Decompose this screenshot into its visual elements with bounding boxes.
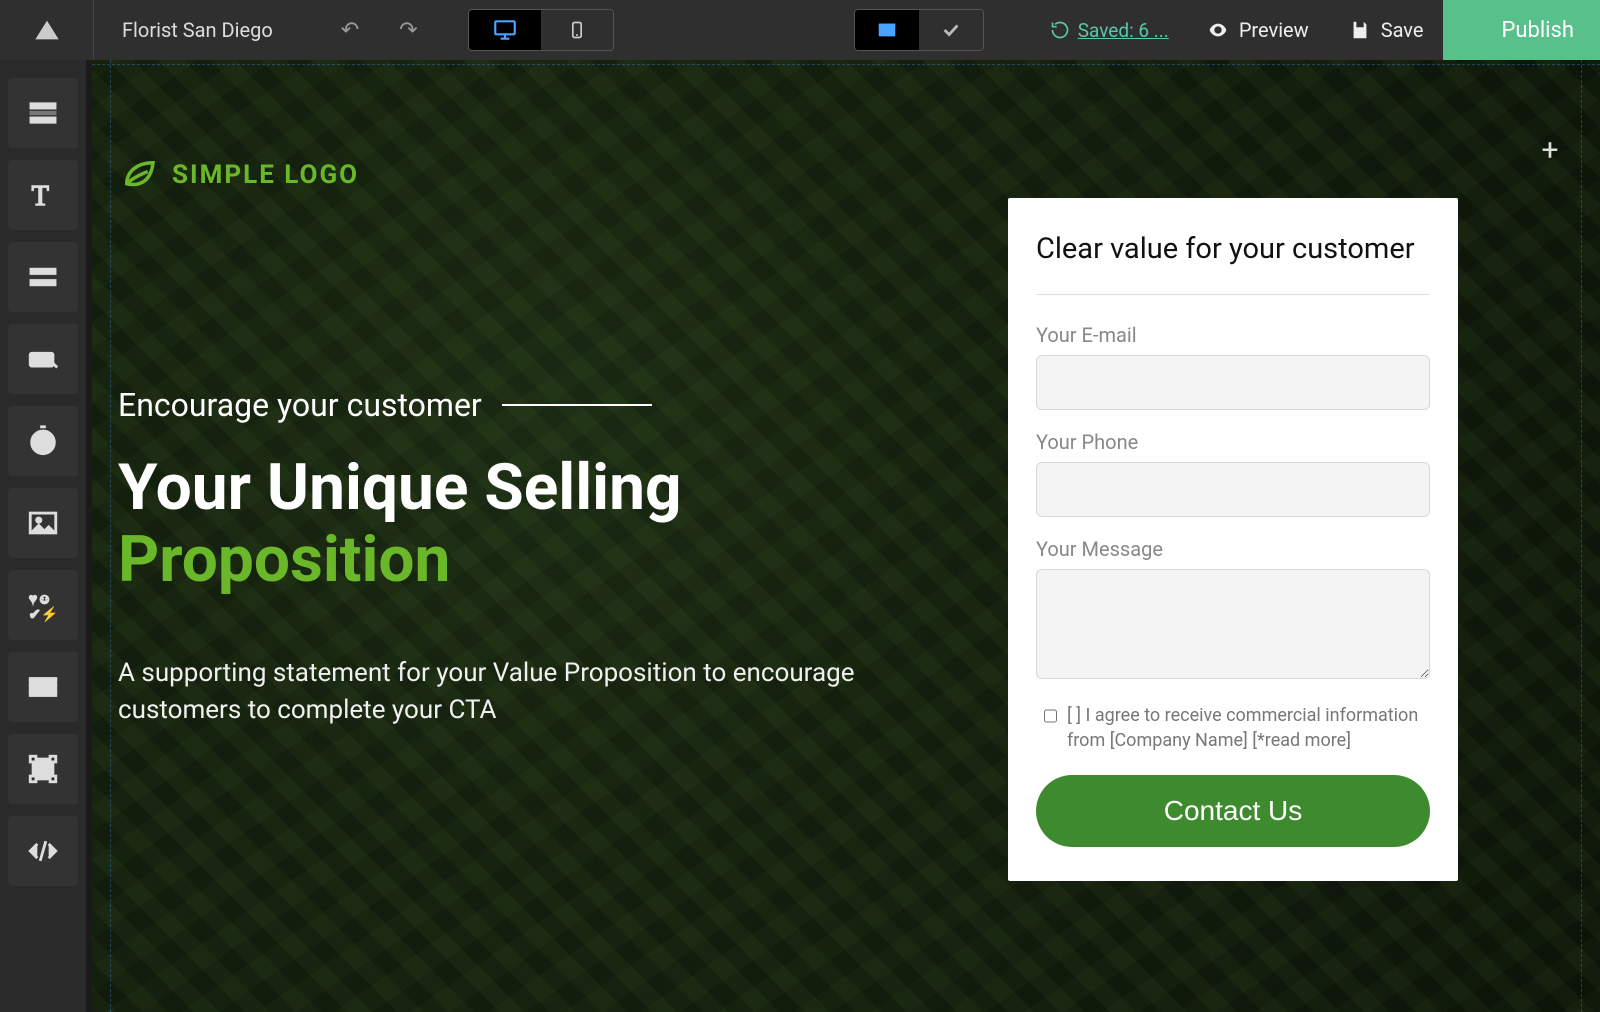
publish-button[interactable]: Publish	[1443, 0, 1600, 60]
eye-icon	[1207, 19, 1229, 41]
form-heading[interactable]: Clear value for your customer	[1036, 232, 1430, 295]
editor-canvas[interactable]: + SIMPLE LOGO Encourage your customer Yo…	[92, 60, 1600, 1012]
phone-input[interactable]	[1036, 462, 1430, 517]
consent-checkbox[interactable]	[1044, 707, 1057, 725]
video-icon	[26, 670, 60, 704]
upload-icon	[1469, 19, 1491, 41]
timer-icon	[26, 424, 60, 458]
tool-shape[interactable]	[8, 734, 78, 804]
top-toolbar: Florist San Diego ↶ ↷ Saved: 6 ... Previ…	[0, 0, 1600, 60]
email-input[interactable]	[1036, 355, 1430, 410]
consent-row: [ ] I agree to receive commercial inform…	[1044, 703, 1430, 753]
topbar-right: Saved: 6 ... Preview Save Publish	[1032, 0, 1600, 60]
message-label: Your Message	[1036, 537, 1430, 561]
submit-button[interactable]: Contact Us	[1036, 775, 1430, 847]
message-input[interactable]	[1036, 569, 1430, 679]
left-toolbar: T ♥☺✔⚡	[0, 60, 86, 1012]
app-logo-icon	[33, 16, 61, 44]
headline-line2: Proposition	[118, 522, 450, 597]
device-preview-toggle	[468, 9, 614, 51]
image-icon	[26, 506, 60, 540]
redo-button[interactable]: ↷	[399, 18, 417, 43]
svg-text:T: T	[32, 181, 49, 212]
headline-line1: Your Unique Selling	[118, 450, 682, 525]
text-icon: T	[26, 178, 60, 212]
history-icon	[1050, 20, 1070, 40]
tool-button[interactable]	[8, 324, 78, 394]
icons-icon: ♥☺✔⚡	[26, 588, 60, 622]
tool-section[interactable]	[8, 78, 78, 148]
site-logo-text: SIMPLE LOGO	[172, 160, 359, 190]
save-label: Save	[1381, 18, 1424, 42]
mobile-icon	[567, 17, 587, 43]
tool-text[interactable]: T	[8, 160, 78, 230]
preview-button[interactable]: Preview	[1187, 0, 1329, 60]
save-button[interactable]: Save	[1329, 0, 1444, 60]
hero-section: SIMPLE LOGO Encourage your customer Your…	[92, 60, 1600, 1012]
saved-label: Saved: 6 ...	[1078, 19, 1169, 42]
form-icon	[26, 260, 60, 294]
email-label: Your E-mail	[1036, 323, 1430, 347]
button-icon	[26, 342, 60, 376]
leaf-icon	[118, 154, 160, 196]
saved-status[interactable]: Saved: 6 ...	[1032, 19, 1187, 42]
shape-icon	[26, 752, 60, 786]
history-controls: ↶ ↷	[301, 18, 448, 43]
layout-icon	[876, 19, 898, 41]
hero-subcopy[interactable]: A supporting statement for your Value Pr…	[118, 655, 858, 728]
device-mobile-button[interactable]	[541, 10, 613, 50]
field-email: Your E-mail	[1036, 323, 1430, 410]
tool-video[interactable]	[8, 652, 78, 722]
publish-label: Publish	[1501, 18, 1574, 43]
code-icon	[26, 834, 60, 868]
preview-label: Preview	[1239, 18, 1309, 42]
tagline-divider	[502, 404, 652, 406]
tool-icons[interactable]: ♥☺✔⚡	[8, 570, 78, 640]
check-icon	[940, 19, 962, 41]
tool-timer[interactable]	[8, 406, 78, 476]
project-title[interactable]: Florist San Diego	[94, 18, 301, 42]
hero-left-column: SIMPLE LOGO Encourage your customer Your…	[118, 150, 988, 1012]
phone-label: Your Phone	[1036, 430, 1430, 454]
site-logo[interactable]: SIMPLE LOGO	[118, 154, 988, 196]
field-phone: Your Phone	[1036, 430, 1430, 517]
check-mode-button[interactable]	[919, 10, 983, 50]
save-icon	[1349, 19, 1371, 41]
tool-image[interactable]	[8, 488, 78, 558]
view-mode-toggle	[854, 9, 984, 51]
undo-button[interactable]: ↶	[341, 18, 359, 43]
tool-form[interactable]	[8, 242, 78, 312]
consent-text: [ ] I agree to receive commercial inform…	[1067, 703, 1430, 753]
add-element-button[interactable]: +	[1530, 130, 1570, 170]
field-message: Your Message	[1036, 537, 1430, 683]
hero-tagline[interactable]: Encourage your customer	[118, 386, 988, 424]
section-icon	[26, 96, 60, 130]
hero-headline[interactable]: Your Unique Selling Proposition	[118, 452, 988, 595]
tool-code[interactable]	[8, 816, 78, 886]
contact-form-card[interactable]: Clear value for your customer Your E-mai…	[1008, 198, 1458, 881]
svg-text:✔⚡: ✔⚡	[29, 606, 58, 622]
tagline-text: Encourage your customer	[118, 386, 482, 424]
layout-mode-button[interactable]	[855, 10, 919, 50]
svg-text:♥☺: ♥☺	[29, 592, 52, 608]
device-desktop-button[interactable]	[469, 10, 541, 50]
desktop-icon	[492, 17, 518, 43]
app-logo[interactable]	[0, 0, 94, 60]
